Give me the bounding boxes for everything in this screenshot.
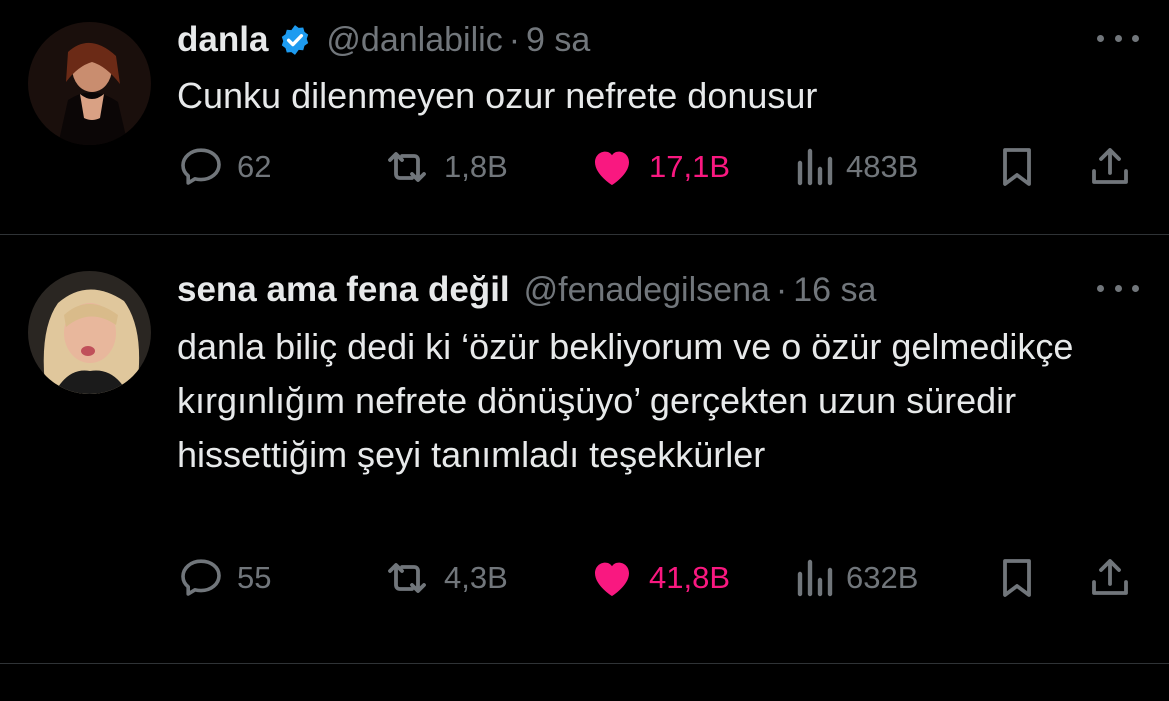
retweet-count: 1,8B [444,149,508,184]
reply-count: 55 [237,560,272,595]
avatar[interactable] [28,22,151,145]
tweet-text: danla biliç dedi ki ‘özür bekliyorum ve … [177,326,1074,475]
more-icon[interactable] [1097,278,1139,298]
bookmark-button[interactable] [997,142,1037,192]
action-bar: 62 1,8B 17,1B 483B [177,142,1139,192]
reply-icon [181,559,221,596]
display-name[interactable]: danla [177,20,268,60]
retweet-button[interactable]: 4,3B [382,553,508,603]
more-icon[interactable] [1097,28,1139,48]
bookmark-icon [1003,559,1031,597]
view-count: 632B [846,560,919,595]
retweet-icon [388,563,426,593]
retweet-count: 4,3B [444,560,508,595]
views-icon [797,559,833,597]
timestamp[interactable]: 9 sa [526,21,590,60]
separator-dot: · [775,270,788,309]
like-count: 17,1B [649,149,731,184]
heart-icon [595,151,629,185]
share-button[interactable] [1086,553,1134,603]
views-button[interactable]: 483B [794,142,918,192]
like-button[interactable]: 41,8B [587,553,730,603]
action-bar: 55 4,3B 41,8B 632B [177,553,1139,603]
reply-button[interactable]: 62 [177,142,271,192]
timestamp[interactable]: 16 sa [793,271,876,310]
tweet-header: danla @danlabilic · 9 sa [177,18,1169,62]
avatar[interactable] [28,271,151,394]
separator-dot: · [508,20,521,59]
view-count: 483B [846,149,919,184]
views-icon [797,148,833,186]
reply-count: 62 [237,149,272,184]
bookmark-button[interactable] [997,553,1037,603]
heart-icon [595,562,629,596]
tweet-text: Cunku dilenmeyen ozur nefrete donusur [177,75,818,116]
share-icon [1092,559,1128,595]
like-button[interactable]: 17,1B [587,142,730,192]
share-button[interactable] [1086,142,1134,192]
like-count: 41,8B [649,560,731,595]
username-handle[interactable]: @fenadegilsena [524,271,770,310]
username-handle[interactable]: @danlabilic [326,21,502,60]
tweet[interactable]: danla @danlabilic · 9 sa Cunku dilenmeye… [0,0,1169,235]
retweet-icon [388,152,426,182]
reply-button[interactable]: 55 [177,553,271,603]
bookmark-icon [1003,148,1031,186]
verified-badge-icon [278,23,312,57]
tweet-header: sena ama fena değil @fenadegilsena · 16 … [177,268,1169,312]
views-button[interactable]: 632B [794,553,918,603]
display-name[interactable]: sena ama fena değil [177,270,510,310]
reply-icon [181,148,221,185]
share-icon [1092,148,1128,184]
retweet-button[interactable]: 1,8B [382,142,508,192]
tweet[interactable]: sena ama fena değil @fenadegilsena · 16 … [0,235,1169,664]
